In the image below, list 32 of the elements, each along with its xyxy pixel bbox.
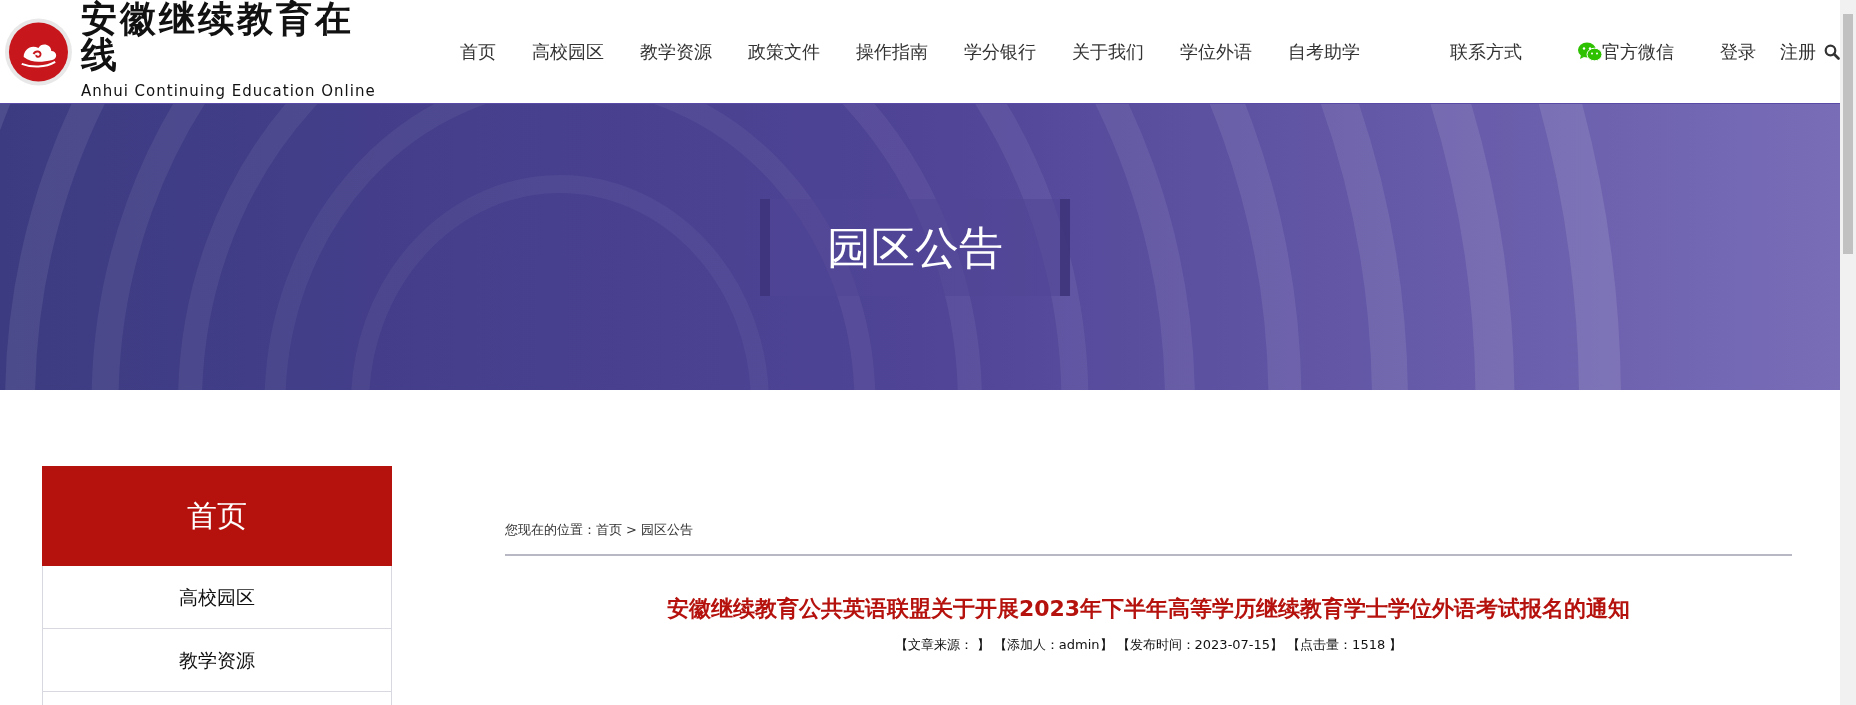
article-meta: 【添加人：admin】 xyxy=(993,636,1113,652)
search-icon[interactable] xyxy=(1824,44,1840,60)
site-title: 安徽继续教育在线 xyxy=(80,0,355,73)
sidebar-item[interactable]: 首页 xyxy=(42,466,392,566)
nav-link[interactable]: 关于我们 xyxy=(1072,38,1144,65)
nav-link[interactable]: 首页 xyxy=(460,38,496,65)
breadcrumb-link[interactable]: 园区公告 xyxy=(640,522,693,537)
nav-link[interactable]: 高校园区 xyxy=(532,38,604,65)
login-link[interactable]: 登录 xyxy=(1720,38,1756,65)
article-meta: 【文章来源： 】 xyxy=(894,636,990,652)
banner-title: 园区公告 xyxy=(760,199,1070,296)
logo-icon xyxy=(4,16,73,87)
nav-link[interactable]: 政策文件 xyxy=(748,38,820,65)
nav-link[interactable]: 联系方式 xyxy=(1450,38,1522,65)
wechat-icon xyxy=(1578,41,1602,62)
nav-link[interactable]: 学位外语 xyxy=(1180,38,1252,65)
nav-link[interactable]: 自考助学 xyxy=(1288,38,1360,65)
site-subtitle: Anhui Continuing Education Online xyxy=(80,81,377,103)
nav-link[interactable]: 官方微信 xyxy=(1578,38,1674,65)
article-title: 安徽继续教育公共英语联盟关于开展2023年下半年高等学历继续教育学士学位外语考试报名的通知 xyxy=(665,594,1632,623)
nav-link[interactable]: 学分银行 xyxy=(964,38,1036,65)
article-meta: 【发布时间：2023-07-15】 xyxy=(1116,636,1284,652)
sidebar-item[interactable]: 高校园区 xyxy=(42,566,392,629)
breadcrumb-link[interactable]: 首页 xyxy=(596,522,622,537)
scrollbar[interactable] xyxy=(1840,0,1856,705)
article-meta: 【点击量：1518 】 xyxy=(1287,636,1403,652)
register-link[interactable]: 注册 xyxy=(1780,38,1816,65)
breadcrumb-separator: > xyxy=(626,522,637,537)
breadcrumb-label: 您现在的位置： xyxy=(505,522,596,537)
nav-link[interactable]: 教学资源 xyxy=(640,38,712,65)
nav-link[interactable]: 操作指南 xyxy=(856,38,928,65)
sidebar-item[interactable]: 教学资源 xyxy=(42,629,392,692)
